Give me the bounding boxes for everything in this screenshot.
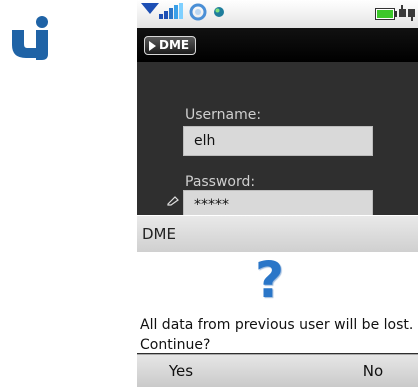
yes-button[interactable]: Yes	[151, 355, 211, 387]
play-arrow-icon	[149, 40, 156, 51]
dialog-message: All data from previous user will be lost…	[140, 317, 414, 353]
no-button[interactable]: No	[343, 355, 403, 387]
ui-logo	[12, 16, 48, 60]
question-icon: ?	[255, 251, 285, 309]
connection-icon	[399, 5, 415, 21]
status-bar	[137, 0, 418, 28]
pencil-icon	[167, 196, 179, 206]
password-label: Password:	[185, 174, 256, 190]
app-name: DME	[159, 38, 190, 52]
dialog-header: DME	[137, 215, 418, 253]
app-menu-button[interactable]: DME	[144, 36, 197, 55]
title-bar: DME	[137, 28, 418, 62]
username-field[interactable]: elh	[183, 126, 373, 156]
status-dot-icon	[214, 7, 224, 17]
battery-icon	[375, 8, 397, 20]
sync-icon	[189, 3, 207, 21]
signal-arrow-icon	[141, 3, 159, 14]
dialog-body: ? All data from previous user will be lo…	[137, 252, 418, 353]
device-screen: DME Username: elh Password: ***** DME ? …	[137, 0, 418, 387]
username-label: Username:	[185, 107, 262, 123]
dialog-button-bar: Yes No	[137, 354, 418, 387]
signal-bars-icon	[159, 3, 183, 19]
dialog-title: DME	[142, 225, 176, 243]
